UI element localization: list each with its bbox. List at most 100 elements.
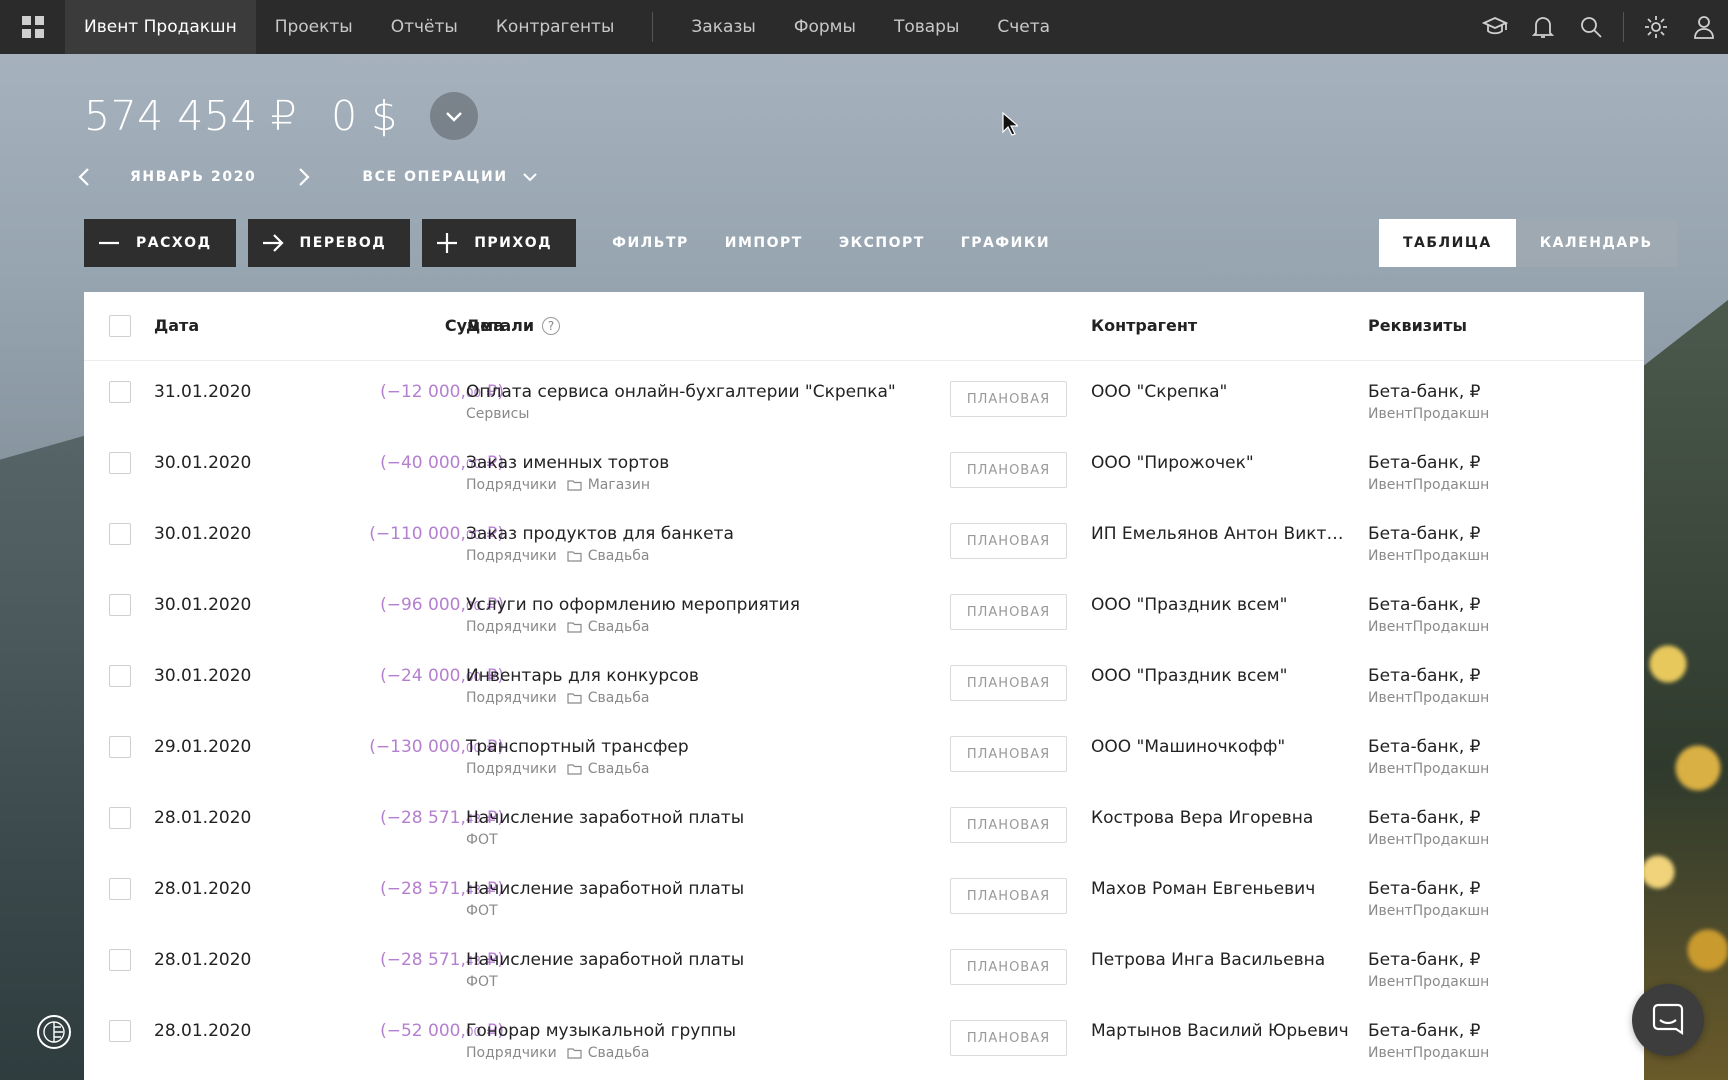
table-row[interactable]: 28.01.2020 (−28 571,43 ₽) Начисление зар… (84, 929, 1644, 1000)
row-title[interactable]: Заказ именных тортов (466, 453, 669, 473)
table-row[interactable]: 30.01.2020 (−96 000,00 ₽) Услуги по офор… (84, 574, 1644, 645)
nav-goods[interactable]: Товары (875, 0, 978, 54)
chevron-right-icon[interactable] (292, 162, 316, 192)
row-title[interactable]: Начисление заработной платы (466, 808, 744, 828)
nav-forms[interactable]: Формы (775, 0, 875, 54)
import-link[interactable]: ИМПОРТ (725, 235, 803, 251)
filter-link[interactable]: ФИЛЬТР (612, 235, 689, 251)
row-checkbox[interactable] (109, 878, 131, 900)
select-all-checkbox[interactable] (109, 315, 131, 337)
status-badge[interactable]: ПЛАНОВАЯ (950, 1020, 1067, 1056)
nav-company[interactable]: Ивент Продакшн (65, 0, 256, 54)
row-checkbox[interactable] (109, 807, 131, 829)
row-counterparty[interactable]: ООО "Скрепка" (1091, 382, 1351, 402)
help-icon[interactable]: ? (542, 317, 561, 335)
row-checkbox[interactable] (109, 594, 131, 616)
row-counterparty[interactable]: ООО "Пирожочек" (1091, 453, 1351, 473)
row-title[interactable]: Гонорар музыкальной группы (466, 1021, 736, 1041)
row-title[interactable]: Транспортный трансфер (466, 737, 689, 757)
table-row[interactable]: 28.01.2020 (−52 000,00 ₽) Гонорар музыка… (84, 1000, 1644, 1071)
table-row[interactable]: 30.01.2020 (−110 000,00 ₽) Заказ продукт… (84, 503, 1644, 574)
apps-grid-icon[interactable] (0, 0, 65, 54)
table-row[interactable]: 28.01.2020 (−28 571,43 ₽) Начисление зар… (84, 858, 1644, 929)
row-checkbox[interactable] (109, 452, 131, 474)
user-icon[interactable] (1680, 0, 1728, 54)
row-project[interactable]: Магазин (588, 477, 650, 493)
row-checkbox[interactable] (109, 523, 131, 545)
row-title[interactable]: Оплата сервиса онлайн-бухгалтерии "Скреп… (466, 382, 896, 402)
operations-filter-dropdown[interactable]: ВСЕ ОПЕРАЦИИ (362, 169, 537, 185)
row-title[interactable]: Инвентарь для конкурсов (466, 666, 699, 686)
column-details: Детали? (466, 316, 561, 335)
row-title[interactable]: Начисление заработной платы (466, 950, 744, 970)
nav-reports[interactable]: Отчёты (372, 0, 477, 54)
status-badge[interactable]: ПЛАНОВАЯ (950, 523, 1067, 559)
income-button[interactable]: ПРИХОД (422, 219, 577, 267)
row-title[interactable]: Заказ продуктов для банкета (466, 524, 734, 544)
table-body: 31.01.2020 (−12 000,00 ₽) Оплата сервиса… (84, 361, 1644, 1071)
row-project[interactable]: Свадьба (588, 548, 650, 564)
status-badge[interactable]: ПЛАНОВАЯ (950, 807, 1067, 843)
row-counterparty[interactable]: Кострова Вера Игоревна (1091, 808, 1351, 828)
charts-link[interactable]: ГРАФИКИ (961, 235, 1050, 251)
period-month[interactable]: ЯНВАРЬ 2020 (130, 169, 256, 185)
row-checkbox[interactable] (109, 1020, 131, 1042)
row-checkbox[interactable] (109, 736, 131, 758)
row-counterparty[interactable]: Махов Роман Евгеньевич (1091, 879, 1351, 899)
nav-right-divider (1623, 12, 1624, 42)
row-project[interactable]: Свадьба (588, 619, 650, 635)
status-badge[interactable]: ПЛАНОВАЯ (950, 594, 1067, 630)
chevron-left-icon[interactable] (72, 162, 96, 192)
tab-calendar[interactable]: КАЛЕНДАРЬ (1515, 219, 1677, 267)
status-badge[interactable]: ПЛАНОВАЯ (950, 736, 1067, 772)
row-project[interactable]: Свадьба (588, 690, 650, 706)
row-checkbox[interactable] (109, 949, 131, 971)
row-account: Бета-банк, ₽ (1368, 737, 1481, 757)
chat-icon[interactable] (1632, 984, 1704, 1056)
table-row[interactable]: 31.01.2020 (−12 000,00 ₽) Оплата сервиса… (84, 361, 1644, 432)
column-requisites[interactable]: Реквизиты (1368, 316, 1467, 335)
row-checkbox[interactable] (109, 665, 131, 687)
column-date[interactable]: Дата (154, 316, 199, 335)
row-checkbox[interactable] (109, 381, 131, 403)
table-row[interactable]: 30.01.2020 (−24 000,00 ₽) Инвентарь для … (84, 645, 1644, 716)
row-title[interactable]: Услуги по оформлению мероприятия (466, 595, 800, 615)
nav-divider (652, 12, 654, 42)
row-counterparty[interactable]: Петрова Инга Васильевна (1091, 950, 1351, 970)
nav-counterparties[interactable]: Контрагенты (477, 0, 634, 54)
row-counterparty[interactable]: ООО "Машиночкофф" (1091, 737, 1351, 757)
row-counterparty[interactable]: Мартынов Василий Юрьевич (1091, 1021, 1351, 1041)
status-badge[interactable]: ПЛАНОВАЯ (950, 665, 1067, 701)
search-icon[interactable] (1567, 0, 1615, 54)
row-project[interactable]: Свадьба (588, 1045, 650, 1061)
nav-projects[interactable]: Проекты (256, 0, 372, 54)
row-counterparty[interactable]: ООО "Праздник всем" (1091, 595, 1351, 615)
row-counterparty[interactable]: ООО "Праздник всем" (1091, 666, 1351, 686)
transfer-button[interactable]: ПЕРЕВОД (247, 219, 411, 267)
export-link[interactable]: ЭКСПОРТ (839, 235, 925, 251)
row-project[interactable]: Свадьба (588, 761, 650, 777)
table-row[interactable]: 29.01.2020 (−130 000,00 ₽) Транспортный … (84, 716, 1644, 787)
table-row[interactable]: 28.01.2020 (−28 571,43 ₽) Начисление зар… (84, 787, 1644, 858)
nav-orders[interactable]: Заказы (672, 0, 774, 54)
nav-invoices[interactable]: Счета (978, 0, 1069, 54)
row-date: 28.01.2020 (154, 950, 252, 970)
status-badge[interactable]: ПЛАНОВАЯ (950, 452, 1067, 488)
row-title[interactable]: Начисление заработной платы (466, 879, 744, 899)
academy-icon[interactable] (1471, 0, 1519, 54)
row-amount-main: (−110 000, (369, 524, 466, 544)
operations-table: Дата Сумма Детали? Контрагент Реквизиты … (84, 292, 1644, 1080)
row-category: Подрядчики (466, 761, 557, 777)
status-badge[interactable]: ПЛАНОВАЯ (950, 878, 1067, 914)
tab-table[interactable]: ТАБЛИЦА (1379, 219, 1516, 267)
status-badge[interactable]: ПЛАНОВАЯ (950, 949, 1067, 985)
column-counterparty[interactable]: Контрагент (1091, 316, 1197, 335)
status-badge[interactable]: ПЛАНОВАЯ (950, 381, 1067, 417)
expense-button[interactable]: РАСХОД (84, 219, 236, 267)
row-counterparty[interactable]: ИП Емельянов Антон Викторович (1091, 524, 1351, 544)
gear-icon[interactable] (1632, 0, 1680, 54)
table-row[interactable]: 30.01.2020 (−40 000,00 ₽) Заказ именных … (84, 432, 1644, 503)
balance-expand-button[interactable] (429, 92, 478, 140)
bell-icon[interactable] (1519, 0, 1567, 54)
theme-icon[interactable] (37, 1015, 71, 1049)
